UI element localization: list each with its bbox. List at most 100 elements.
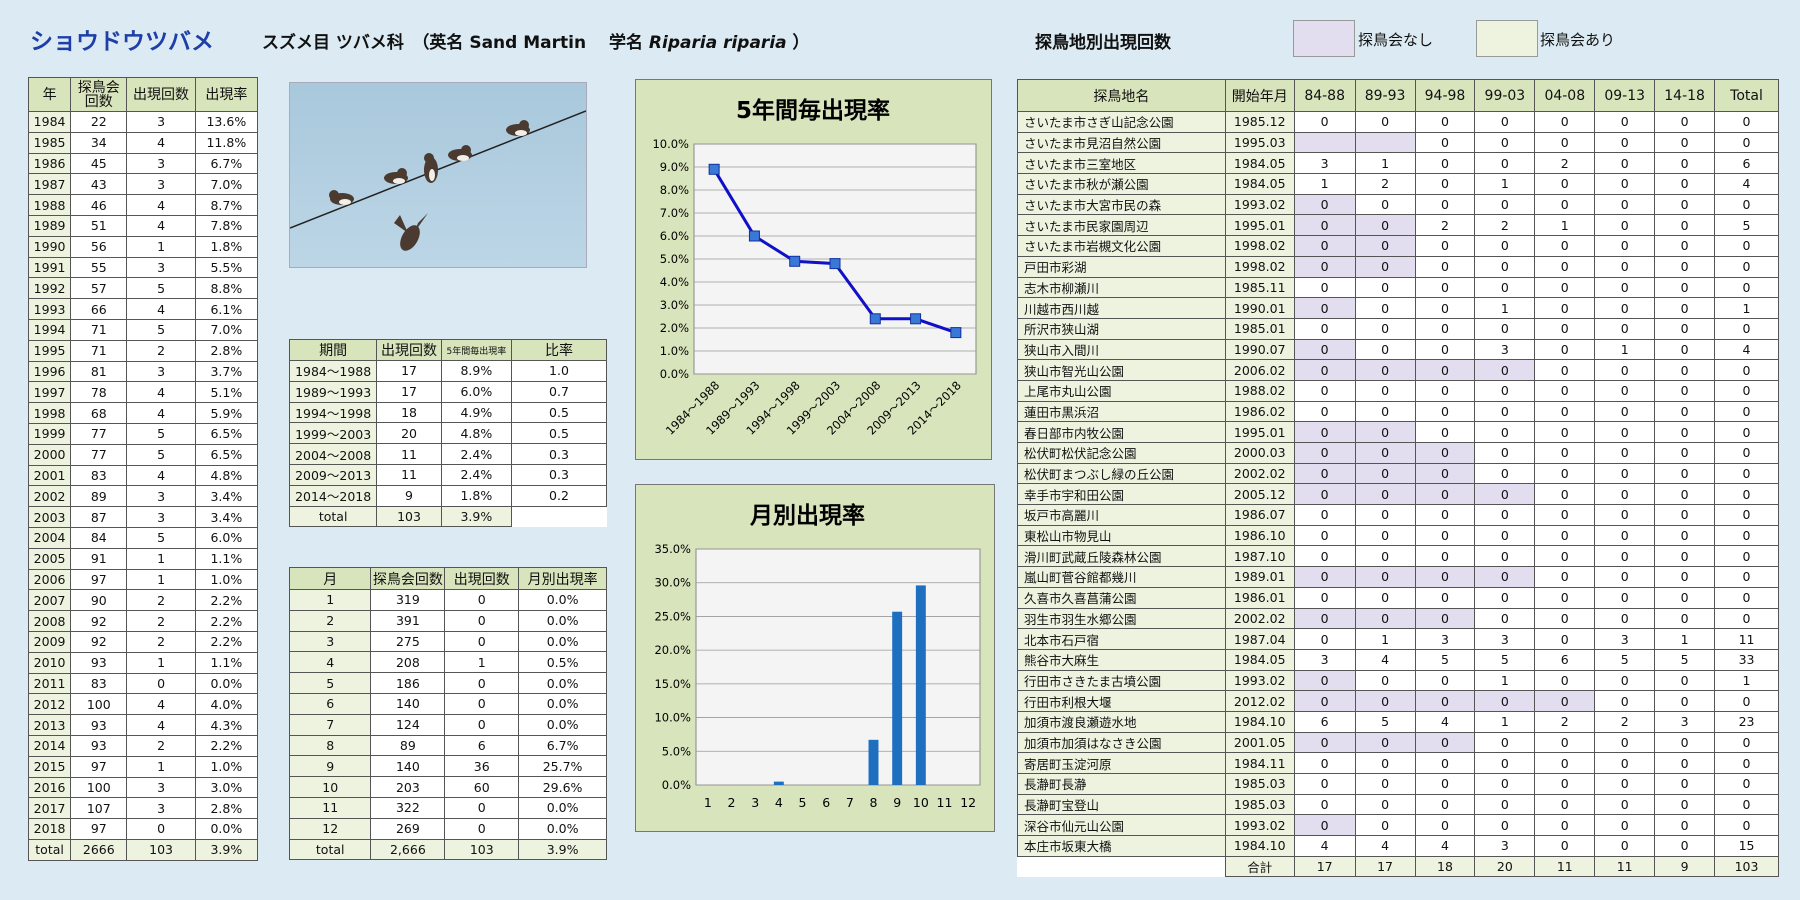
site-count: 0 xyxy=(1594,131,1656,154)
site-start: 2005.12 xyxy=(1224,483,1295,506)
site-count: 1 xyxy=(1594,338,1656,361)
table-cell: 0.3 xyxy=(510,463,608,486)
site-count: 0 xyxy=(1474,421,1536,443)
table-row: 2002 89 3 3.4% xyxy=(27,485,259,508)
table-cell: 3.4% xyxy=(194,485,259,508)
site-count: 0 xyxy=(1534,628,1596,650)
total-cell: 103 xyxy=(376,505,442,528)
site-count: 5 xyxy=(1474,648,1536,671)
table-cell: 68 xyxy=(70,402,128,424)
table-cell: 29.6% xyxy=(518,776,607,798)
table-cell: 2.4% xyxy=(440,463,512,486)
table-cell: 2003 xyxy=(27,506,72,528)
site-start: 1985.12 xyxy=(1224,111,1295,133)
table-cell: 391 xyxy=(370,609,446,632)
site-count: 0 xyxy=(1594,814,1656,837)
table-cell: 97 xyxy=(70,568,128,591)
table-cell: 2016 xyxy=(27,776,72,799)
site-count: 0 xyxy=(1714,379,1779,402)
site-start: 1995.01 xyxy=(1224,421,1295,443)
site-count: 1 xyxy=(1714,297,1779,319)
table-cell: 55 xyxy=(70,256,128,279)
site-count: 4 xyxy=(1293,835,1356,857)
table-cell: 22 xyxy=(70,111,128,133)
y-tick-label: 5.0% xyxy=(662,744,691,758)
table-cell: 91 xyxy=(70,547,128,570)
table-cell: 1984 xyxy=(27,111,72,133)
site-count: 0 xyxy=(1293,462,1356,485)
swallow-photo xyxy=(289,82,587,268)
table-cell: 4 xyxy=(126,464,196,487)
sum-cell: 11 xyxy=(1594,855,1656,878)
table-cell: 5 xyxy=(126,422,196,445)
site-count: 0 xyxy=(1594,607,1656,630)
site-count: 0 xyxy=(1534,586,1596,609)
month-table: 月探鳥会回数 出現回数 月別出現率 1 319 0 0.0% 2 391 0 0.0% 3 275 0 0… xyxy=(288,567,607,861)
site-count: 0 xyxy=(1654,400,1716,423)
table-cell: 2 xyxy=(126,630,196,653)
table-cell: 9 xyxy=(376,484,442,507)
site-count: 0 xyxy=(1714,317,1779,340)
site-count: 0 xyxy=(1714,193,1779,216)
site-count: 0 xyxy=(1474,276,1536,299)
table-cell: 0.0% xyxy=(518,630,607,653)
table-row: 12 269 0 0.0% xyxy=(288,817,607,840)
table-cell: 60 xyxy=(444,776,520,798)
site-count: 0 xyxy=(1654,690,1716,712)
site-row: 行田市利根大堰 2012.02 0 0 0 0 0 0 0 0 xyxy=(1017,690,1779,712)
site-row: 長瀞町宝登山 1985.03 0 0 0 0 0 0 0 0 xyxy=(1017,793,1779,816)
table-cell: 140 xyxy=(370,755,446,778)
table-cell: 93 xyxy=(70,734,128,757)
site-count: 0 xyxy=(1714,276,1779,299)
y-tick-label: 20.0% xyxy=(654,643,691,657)
site-row: 滑川町武蔵丘陵森林公園 1987.10 0 0 0 0 0 0 0 0 xyxy=(1017,545,1779,568)
table-cell: 83 xyxy=(70,464,128,487)
table-cell: 5 xyxy=(126,318,196,341)
site-row: 狭山市智光山公園 2006.02 0 0 0 0 0 0 0 0 xyxy=(1017,359,1779,381)
site-name: 加須市加須はなさき公園 xyxy=(1017,731,1226,754)
month-table-header: 月別出現率 xyxy=(518,567,607,590)
site-count: 0 xyxy=(1654,317,1716,340)
site-count: 0 xyxy=(1714,111,1779,133)
table-cell: 8.8% xyxy=(194,277,259,300)
table-row: 1999 77 5 6.5% xyxy=(27,422,259,445)
site-count: 0 xyxy=(1714,131,1779,154)
site-count: 11 xyxy=(1714,628,1779,650)
site-count: 0 xyxy=(1293,731,1356,754)
subtitle-close: ） xyxy=(786,33,810,53)
table-cell: 90 xyxy=(70,589,128,612)
site-count: 0 xyxy=(1354,359,1416,381)
table-cell: 3 xyxy=(126,173,196,196)
table-row: 4 208 1 0.5% xyxy=(288,651,607,674)
table-cell: 1989～1993 xyxy=(288,380,378,403)
table-row: 2003 87 3 3.4% xyxy=(27,506,259,528)
table-cell: 2014 xyxy=(27,734,72,757)
site-count: 0 xyxy=(1474,690,1536,712)
site-row: 長瀞町長瀞 1985.03 0 0 0 0 0 0 0 0 xyxy=(1017,773,1779,795)
data-point xyxy=(708,163,720,175)
table-cell: 0 xyxy=(444,609,520,632)
table-cell: 3.4% xyxy=(194,506,259,528)
data-point xyxy=(789,255,801,267)
site-count: 0 xyxy=(1654,235,1716,257)
site-count: 0 xyxy=(1474,814,1536,837)
site-count: 0 xyxy=(1354,276,1416,299)
period-table-header: 期間 xyxy=(288,339,378,361)
table-cell: 92 xyxy=(70,610,128,632)
table-cell: 2002 xyxy=(27,485,72,508)
table-row: 1994 71 5 7.0% xyxy=(27,318,259,341)
y-tick-label: 15.0% xyxy=(654,677,691,691)
table-cell: 0.5 xyxy=(510,422,608,445)
site-count: 0 xyxy=(1534,276,1596,299)
site-count: 0 xyxy=(1534,814,1596,837)
site-count: 0 xyxy=(1474,152,1536,175)
table-row: 2017 107 3 2.8% xyxy=(27,797,259,820)
site-table-header: Total xyxy=(1714,79,1779,112)
table-cell: 2 xyxy=(126,589,196,612)
table-cell: 2.2% xyxy=(194,630,259,653)
site-count: 0 xyxy=(1293,607,1356,630)
site-count: 0 xyxy=(1414,131,1476,154)
table-cell: 4 xyxy=(126,131,196,154)
table-cell: 93 xyxy=(70,651,128,674)
site-count: 0 xyxy=(1293,628,1356,650)
